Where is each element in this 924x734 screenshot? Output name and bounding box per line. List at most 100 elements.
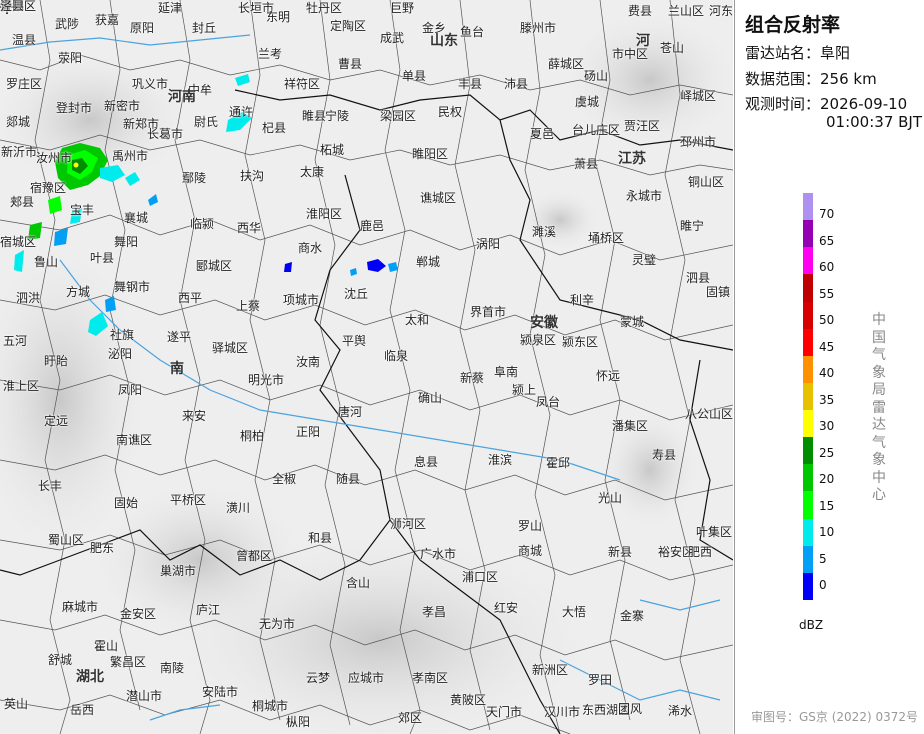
- legend-swatch: [803, 437, 813, 465]
- legend-value: 65: [819, 233, 835, 248]
- city-label: 西华: [237, 221, 262, 235]
- city-label: 通许: [229, 105, 254, 119]
- city-label: 兰考: [258, 47, 283, 61]
- city-label: 邳州市: [680, 135, 717, 149]
- legend-value: 5: [819, 551, 827, 566]
- city-label: 临泉: [384, 349, 409, 363]
- city-label: 上蔡: [236, 299, 261, 313]
- city-label: 东明: [266, 10, 291, 24]
- city-label: 萧县: [574, 157, 599, 171]
- city-label: 巩义市: [132, 77, 169, 91]
- city-label: 孝昌: [422, 605, 447, 619]
- legend-swatch: [803, 382, 813, 411]
- radar-map[interactable]: 温县 武陟 获嘉 延津 封丘 长垣市 东明 牡丹区 定陶区 巨野 金乡 鱼台 滕州市 费县 兰山区 河东 荥阳原…: [0, 0, 733, 734]
- legend-swatch: [803, 301, 813, 330]
- city-label: 麻城市: [62, 600, 99, 614]
- city-label: 定远: [44, 414, 69, 428]
- city-label: 夏邑: [530, 127, 555, 141]
- city-label: 费县: [628, 4, 653, 18]
- city-label: 正阳: [296, 425, 321, 439]
- city-label: 罗庄区: [6, 77, 43, 91]
- city-label: 颍上: [512, 383, 537, 397]
- city-label: 平桥区: [170, 493, 207, 507]
- city-label: 河东: [709, 4, 733, 18]
- city-label: 鱼台: [460, 25, 485, 39]
- city-label: 宿城区: [0, 235, 37, 249]
- city-label: 叶集区: [696, 525, 733, 539]
- station-label: 雷达站名：: [745, 44, 821, 62]
- city-label: 成武: [380, 31, 405, 45]
- city-label: 郸城: [416, 255, 441, 269]
- city-label: 项城市: [283, 293, 320, 307]
- city-label: 岳西: [70, 703, 95, 717]
- city-label: 郏县: [10, 195, 35, 209]
- city-label: 广水市: [420, 547, 457, 561]
- city-label: 砀山: [584, 69, 609, 83]
- legend-value: 35: [819, 392, 835, 407]
- city-label: 濉溪: [532, 225, 557, 239]
- city-label: 获嘉: [95, 13, 120, 27]
- legend-swatch: [803, 518, 813, 547]
- city-label: 西平: [178, 291, 203, 305]
- province-label: 江苏: [618, 151, 646, 167]
- city-label: 宝丰: [70, 203, 95, 217]
- city-label: 苍山: [660, 41, 685, 55]
- city-label: 英山: [4, 697, 29, 711]
- city-label: 埇桥区: [588, 231, 625, 245]
- city-label: 方城: [66, 285, 91, 299]
- city-label: 牡丹区: [306, 1, 343, 15]
- legend-swatch: [803, 572, 813, 601]
- city-label: 单县: [402, 69, 427, 83]
- legend-value: 20: [819, 472, 835, 486]
- city-label: 固镇: [706, 285, 731, 299]
- legend-swatch: [803, 247, 813, 275]
- time-row: 观测时间：2026-09-10: [745, 93, 907, 114]
- city-label: 霍山: [94, 639, 119, 653]
- city-label: 新县: [608, 545, 633, 559]
- city-label: 罗山: [518, 519, 543, 533]
- city-label: 五河: [3, 334, 28, 348]
- city-label: 无为市: [259, 617, 296, 631]
- city-label: 庐江: [196, 603, 221, 617]
- city-label: 郾城区: [196, 259, 233, 273]
- city-label: 涡阳: [476, 237, 501, 251]
- city-label: 商城: [518, 544, 543, 558]
- city-label: 温县: [12, 33, 37, 47]
- city-label: 唐河: [338, 405, 363, 419]
- city-label: 霍邱: [546, 456, 571, 470]
- range-value: 256 km: [820, 70, 877, 88]
- city-label: 灵璧: [632, 253, 657, 267]
- legend-value: 60: [819, 260, 835, 274]
- city-label: 潜山市: [126, 689, 163, 703]
- city-label: 扶沟: [240, 169, 265, 183]
- city-label: 金安区: [120, 607, 157, 621]
- city-label: 兰山区: [668, 4, 705, 18]
- city-label: 叶县: [90, 251, 115, 265]
- city-label: 新洲区: [532, 663, 569, 677]
- city-label: 商水: [298, 241, 323, 255]
- city-label: 凤台: [536, 395, 561, 409]
- city-label: 沈丘: [344, 287, 369, 301]
- city-label: 谯城区: [420, 191, 457, 205]
- city-label: 鲁山: [34, 255, 59, 269]
- city-label: 虞城: [575, 95, 600, 109]
- city-label: 宿豫区: [30, 181, 67, 195]
- city-label: 新蔡: [460, 371, 485, 385]
- legend-value: 40: [819, 366, 835, 380]
- city-label: 郯城: [6, 115, 31, 129]
- city-label: 永城市: [626, 189, 663, 203]
- city-label: 临颍: [190, 217, 215, 231]
- city-label: 沛县: [504, 77, 529, 91]
- province-label: 南: [170, 361, 184, 377]
- city-label: 市中区: [612, 47, 649, 61]
- city-label: 新沂市: [1, 145, 38, 159]
- city-label: 郊区: [398, 711, 423, 725]
- city-label: 红安: [494, 601, 519, 615]
- city-label: 南陵: [160, 661, 185, 675]
- city-label: 潢川: [226, 501, 251, 515]
- city-label: 淮阳区: [306, 207, 343, 221]
- city-label: 潘集区: [612, 419, 649, 433]
- legend-value: 25: [819, 445, 835, 460]
- province-label: 湖北: [76, 669, 104, 685]
- city-label: 长丰: [38, 479, 63, 493]
